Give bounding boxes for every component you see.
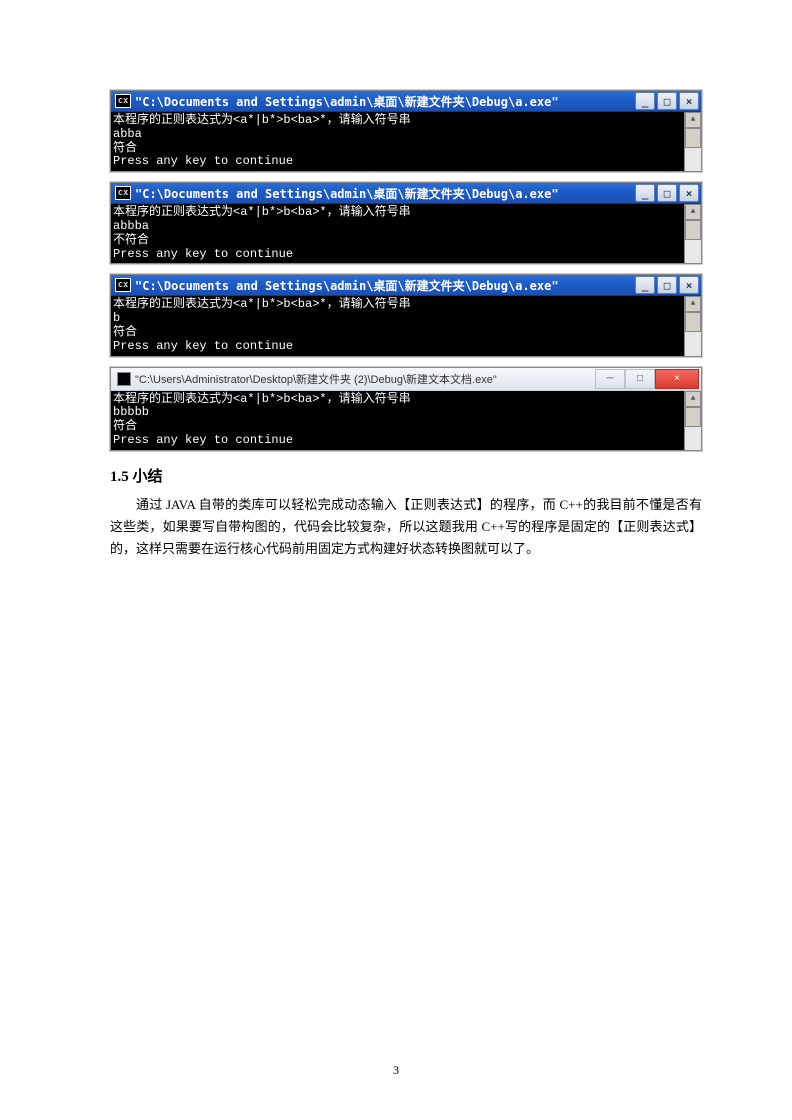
console-window-3: cx "C:\Documents and Settings\admin\桌面\新… [110,274,702,356]
cmd-icon [117,372,131,386]
console-line: 符合 [113,142,697,156]
minimize-button[interactable]: _ [635,184,655,202]
window-title: "C:\Documents and Settings\admin\桌面\新建文件… [135,277,635,294]
maximize-button[interactable]: □ [625,369,655,389]
section-heading: 1.5 小结 [110,465,702,486]
console-output: 本程序的正则表达式为<a*|b*>b<ba>*，请输入符号串 bbbbb 符合 … [111,391,701,450]
window-title: "C:\Documents and Settings\admin\桌面\新建文件… [135,185,635,202]
console-line: abba [113,128,697,142]
maximize-button[interactable]: □ [657,184,677,202]
cmd-icon: cx [115,186,131,200]
console-line: 本程序的正则表达式为<a*|b*>b<ba>*，请输入符号串 [113,114,697,128]
console-window-2: cx "C:\Documents and Settings\admin\桌面\新… [110,182,702,264]
titlebar: cx "C:\Documents and Settings\admin\桌面\新… [111,183,701,204]
console-line: Press any key to continue [113,155,697,169]
paragraph: 通过 JAVA 自带的类库可以轻松完成动态输入【正则表达式】的程序，而 C++的… [110,494,702,560]
console-output: 本程序的正则表达式为<a*|b*>b<ba>*，请输入符号串 abbba 不符合… [111,204,701,263]
scrollbar[interactable] [684,296,701,355]
console-line: 本程序的正则表达式为<a*|b*>b<ba>*，请输入符号串 [113,298,697,312]
console-line: 符合 [113,326,697,340]
console-window-4: "C:\Users\Administrator\Desktop\新建文件夹 (2… [110,367,702,451]
minimize-button[interactable]: ─ [595,369,625,389]
console-line: Press any key to continue [113,340,697,354]
close-button[interactable]: × [655,369,699,389]
console-line: 不符合 [113,234,697,248]
scrollbar[interactable] [684,391,701,450]
console-line: 本程序的正则表达式为<a*|b*>b<ba>*，请输入符号串 [113,206,697,220]
console-line: Press any key to continue [113,248,697,262]
window-title: "C:\Documents and Settings\admin\桌面\新建文件… [135,93,635,110]
titlebar: cx "C:\Documents and Settings\admin\桌面\新… [111,91,701,112]
console-line: abbba [113,220,697,234]
console-line: bbbbb [113,406,697,420]
cmd-icon: cx [115,278,131,292]
maximize-button[interactable]: □ [657,92,677,110]
page-number: 3 [0,1063,792,1078]
console-output: 本程序的正则表达式为<a*|b*>b<ba>*，请输入符号串 abba 符合 P… [111,112,701,171]
window-title: "C:\Users\Administrator\Desktop\新建文件夹 (2… [135,371,595,387]
console-line: 符合 [113,420,697,434]
console-line: 本程序的正则表达式为<a*|b*>b<ba>*，请输入符号串 [113,393,697,407]
console-output: 本程序的正则表达式为<a*|b*>b<ba>*，请输入符号串 b 符合 Pres… [111,296,701,355]
close-button[interactable]: × [679,92,699,110]
scrollbar[interactable] [684,112,701,171]
titlebar: "C:\Users\Administrator\Desktop\新建文件夹 (2… [111,368,701,391]
console-line: Press any key to continue [113,434,697,448]
cmd-icon: cx [115,94,131,108]
console-window-1: cx "C:\Documents and Settings\admin\桌面\新… [110,90,702,172]
maximize-button[interactable]: □ [657,276,677,294]
minimize-button[interactable]: _ [635,92,655,110]
titlebar: cx "C:\Documents and Settings\admin\桌面\新… [111,275,701,296]
close-button[interactable]: × [679,276,699,294]
minimize-button[interactable]: _ [635,276,655,294]
close-button[interactable]: × [679,184,699,202]
console-line: b [113,312,697,326]
scrollbar[interactable] [684,204,701,263]
